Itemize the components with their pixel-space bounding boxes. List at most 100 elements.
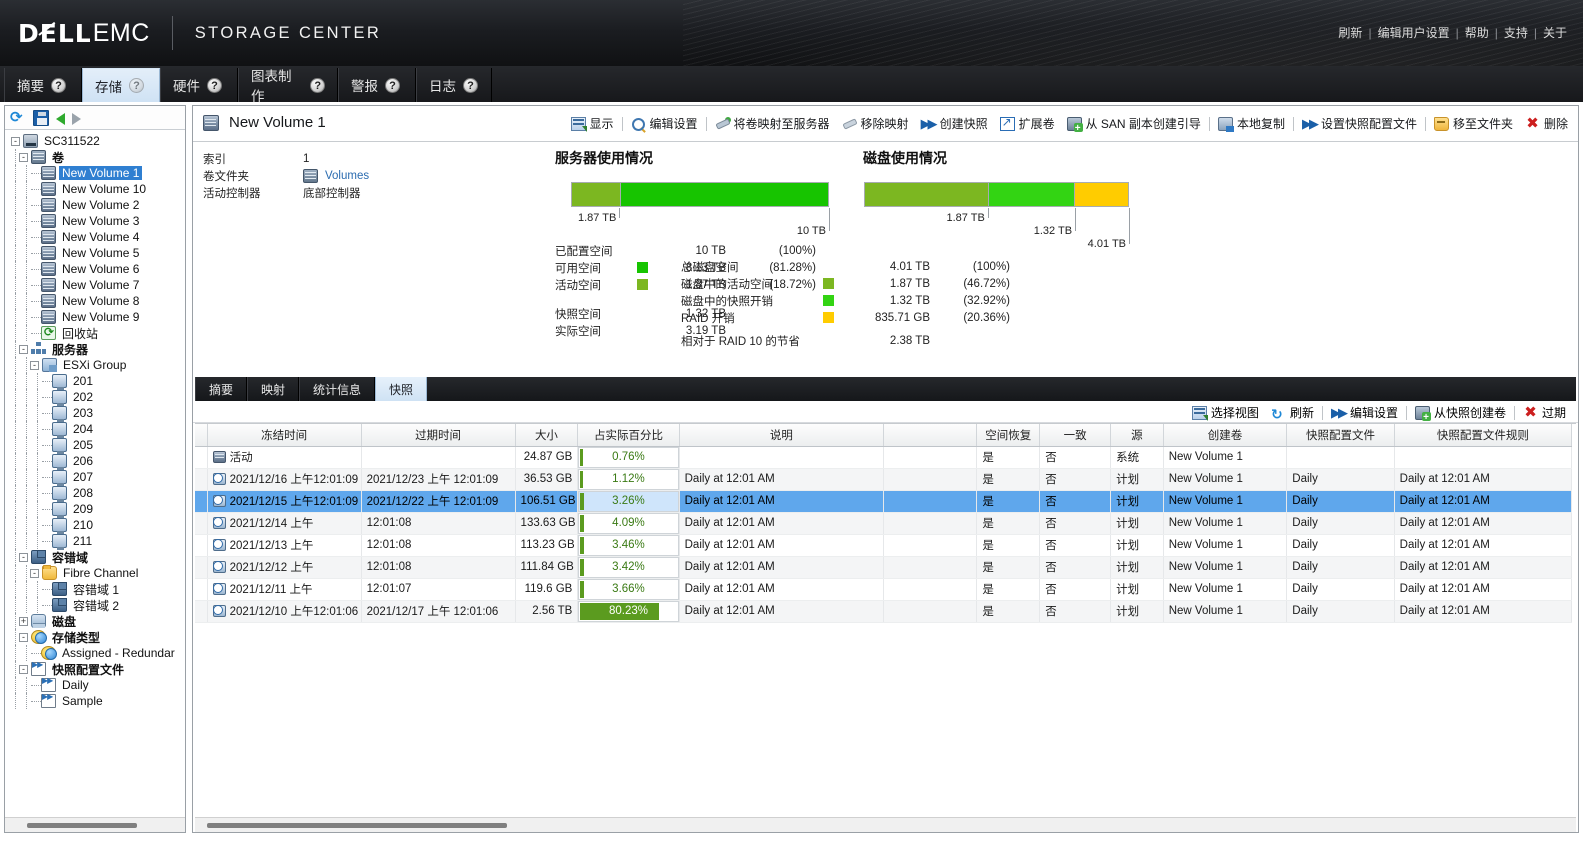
tree-node-26[interactable]: - 容错域 <box>9 549 185 565</box>
column-header-4[interactable]: 占实际百分比 <box>577 424 680 447</box>
save-icon[interactable] <box>33 109 49 126</box>
tree-node-6[interactable]: New Volume 4 <box>9 229 185 245</box>
title-link-0[interactable]: 刷新 <box>1332 24 1368 41</box>
tree-node-23[interactable]: 209 <box>9 501 185 518</box>
table-horizontal-scrollbar[interactable] <box>195 817 1576 832</box>
table-row[interactable]: 2021/12/10 上午12:01:06 2021/12/17 上午 12:01… <box>195 600 1573 623</box>
tree-node-19[interactable]: 205 <box>9 437 185 454</box>
tree-expander[interactable]: - <box>19 664 28 674</box>
tree-node-13[interactable]: - 服务器 <box>9 341 185 357</box>
toolbar-button-2[interactable]: 编辑设置 <box>625 115 704 132</box>
tree-node-15[interactable]: 201 <box>9 373 185 390</box>
tree-node-7[interactable]: New Volume 5 <box>9 245 185 261</box>
column-header-9[interactable]: 源 <box>1110 424 1164 447</box>
title-link-4[interactable]: 关于 <box>1537 24 1573 41</box>
tree-node-0[interactable]: - SC311522 <box>9 133 185 149</box>
tree-expander[interactable]: - <box>19 344 28 354</box>
tree-node-35[interactable]: Sample <box>9 692 185 709</box>
sub-tab-2[interactable]: 统计信息 <box>299 377 376 401</box>
main-tab-3[interactable]: 图表制作? <box>238 68 338 104</box>
tree-node-3[interactable]: New Volume 10 <box>9 181 185 197</box>
tree-node-4[interactable]: New Volume 2 <box>9 197 185 213</box>
snapshot-toolbar-button-7[interactable]: ✖ 过期 <box>1517 404 1572 421</box>
tree-node-27[interactable]: - Fibre Channel <box>9 565 185 581</box>
column-header-8[interactable]: 一致 <box>1039 424 1112 447</box>
main-tab-0[interactable]: 摘要? <box>4 68 82 102</box>
sub-tab-1[interactable]: 映射 <box>247 377 300 401</box>
column-header-1[interactable]: 冻结时间 <box>207 424 362 447</box>
tree-node-5[interactable]: New Volume 3 <box>9 213 185 229</box>
column-header-5[interactable]: 说明 <box>679 424 885 447</box>
toolbar-button-6[interactable]: ▶▶ 创建快照 <box>915 115 994 132</box>
column-header-11[interactable]: 快照配置文件 <box>1286 424 1395 447</box>
tree-node-18[interactable]: 204 <box>9 421 185 438</box>
volume-folder-link[interactable]: Volumes <box>325 170 369 182</box>
title-link-2[interactable]: 帮助 <box>1459 24 1495 41</box>
help-icon[interactable]: ? <box>207 77 222 93</box>
sub-tab-3[interactable]: 快照 <box>375 377 428 401</box>
tree-node-11[interactable]: New Volume 9 <box>9 309 185 325</box>
tree-expander[interactable]: - <box>30 568 39 578</box>
main-tab-2[interactable]: 硬件? <box>160 68 238 102</box>
toolbar-button-15[interactable]: ✖ 删除 <box>1519 115 1574 132</box>
scroll-thumb[interactable] <box>27 823 137 828</box>
tree-expander[interactable]: - <box>19 152 28 162</box>
help-icon[interactable]: ? <box>463 77 478 93</box>
tree-node-20[interactable]: 206 <box>9 453 185 470</box>
toolbar-button-12[interactable]: ▶▶ 设置快照配置文件 <box>1296 115 1423 132</box>
tree-node-32[interactable]: Assigned - Redundar <box>9 645 185 661</box>
main-tab-5[interactable]: 日志? <box>416 68 492 102</box>
tree-node-1[interactable]: -卷 <box>9 149 185 165</box>
table-row[interactable]: 2021/12/16 上午12:01:09 2021/12/23 上午 12:01… <box>195 468 1573 491</box>
tree-node-25[interactable]: 211 <box>9 533 185 550</box>
tree-node-28[interactable]: 容错域 1 <box>9 581 185 597</box>
toolbar-button-10[interactable]: 本地复制 <box>1212 115 1291 132</box>
column-header-12[interactable]: 快照配置文件规则 <box>1394 424 1573 447</box>
help-icon[interactable]: ? <box>129 78 144 93</box>
forward-arrow-icon[interactable] <box>72 112 81 125</box>
toolbar-button-8[interactable]: 从 SAN 副本创建引导 <box>1061 115 1207 134</box>
snapshot-toolbar-button-5[interactable]: 从快照创建卷 <box>1409 404 1512 423</box>
table-row[interactable]: 活动 24.87 GB 0.76% 是否系统 New Volume 1 <box>195 446 1573 469</box>
snapshot-toolbar-button-1[interactable]: ↻ 刷新 <box>1265 404 1320 422</box>
tree-node-22[interactable]: 208 <box>9 485 185 502</box>
table-row[interactable]: 2021/12/15 上午12:01:09 2021/12/22 上午 12:01… <box>195 490 1573 513</box>
tree-expander[interactable]: + <box>19 616 28 626</box>
table-row[interactable]: 2021/12/11 上午 12:01:07 119.6 GB 3.66% Daily … <box>195 578 1573 601</box>
title-link-1[interactable]: 编辑用户设置 <box>1372 24 1456 41</box>
help-icon[interactable]: ? <box>51 77 66 93</box>
tree-node-9[interactable]: New Volume 7 <box>9 277 185 293</box>
tree-horizontal-scrollbar[interactable] <box>5 817 185 832</box>
tree-expander[interactable]: - <box>19 552 28 562</box>
help-icon[interactable]: ? <box>385 77 400 93</box>
column-header-6[interactable] <box>883 424 978 447</box>
tree-node-24[interactable]: 210 <box>9 517 185 534</box>
title-link-3[interactable]: 支持 <box>1498 24 1534 41</box>
table-row[interactable]: 2021/12/14 上午 12:01:08 133.63 GB 4.09% Daily… <box>195 512 1573 535</box>
toolbar-button-7[interactable]: 扩展卷 <box>994 115 1061 132</box>
column-header-3[interactable]: 大小 <box>515 424 579 447</box>
sub-tab-0[interactable]: 摘要 <box>195 377 248 401</box>
toolbar-button-5[interactable]: 移除映射 <box>836 115 915 132</box>
tree-node-14[interactable]: - ESXi Group <box>9 357 185 373</box>
refresh-icon[interactable]: ⟳ <box>10 109 26 126</box>
column-header-2[interactable]: 过期时间 <box>361 424 516 447</box>
tree-node-12[interactable]: 回收站 <box>9 325 185 341</box>
column-header-7[interactable]: 空间恢复 <box>976 424 1041 447</box>
tree-node-30[interactable]: + 磁盘 <box>9 613 185 629</box>
snapshot-toolbar-button-0[interactable]: 选择视图 <box>1186 404 1265 421</box>
tree-expander[interactable]: - <box>19 632 28 642</box>
main-tab-4[interactable]: 警报? <box>338 68 416 102</box>
toolbar-button-0[interactable]: 显示 <box>565 115 620 132</box>
tree-node-34[interactable]: Daily <box>9 676 185 693</box>
tree-node-17[interactable]: 203 <box>9 405 185 422</box>
scroll-thumb[interactable] <box>207 823 507 828</box>
table-row[interactable]: 2021/12/13 上午 12:01:08 113.23 GB 3.46% Daily… <box>195 534 1573 557</box>
tree-node-31[interactable]: - 存储类型 <box>9 629 185 645</box>
tree-node-21[interactable]: 207 <box>9 469 185 486</box>
tree-node-29[interactable]: 容错域 2 <box>9 597 185 613</box>
tree-node-10[interactable]: New Volume 8 <box>9 293 185 309</box>
tree-node-8[interactable]: New Volume 6 <box>9 261 185 277</box>
main-tab-1[interactable]: 存储? <box>82 68 160 102</box>
table-row[interactable]: 2021/12/12 上午 12:01:08 111.84 GB 3.42% Daily… <box>195 556 1573 579</box>
